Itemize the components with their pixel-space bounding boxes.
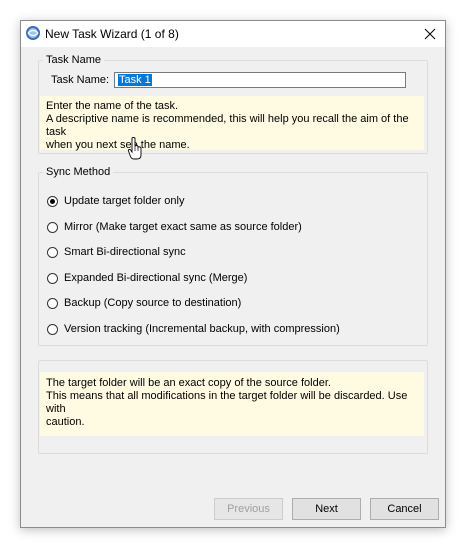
method-description-line2: This means that all modifications in the… bbox=[46, 390, 408, 415]
method-description: The target folder will be an exact copy … bbox=[40, 372, 424, 436]
task-name-group-title: Task Name bbox=[43, 54, 105, 66]
close-button[interactable] bbox=[415, 21, 445, 47]
sync-method-group-title: Sync Method bbox=[43, 166, 114, 178]
radio-button[interactable] bbox=[47, 246, 58, 258]
task-name-label: Task Name: bbox=[51, 74, 110, 86]
radio-smart-bidirectional[interactable]: Smart Bi-directional sync bbox=[47, 244, 186, 260]
task-name-hint-line1: Enter the name of the task. bbox=[46, 100, 179, 112]
task-name-hint-line2: A descriptive name is recommended, this … bbox=[46, 113, 409, 138]
radio-mirror[interactable]: Mirror (Make target exact same as source… bbox=[47, 219, 302, 235]
radio-label: Smart Bi-directional sync bbox=[64, 246, 186, 258]
task-name-input[interactable]: Task 1 bbox=[114, 72, 406, 88]
wizard-window: New Task Wizard (1 of 8) Task Name Task … bbox=[20, 20, 446, 528]
previous-button[interactable]: Previous bbox=[214, 498, 283, 520]
radio-label: Backup (Copy source to destination) bbox=[64, 297, 242, 309]
method-description-line3: caution. bbox=[46, 416, 85, 428]
radio-label: Mirror (Make target exact same as source… bbox=[64, 221, 302, 233]
radio-label: Update target folder only bbox=[64, 195, 185, 207]
close-icon bbox=[424, 28, 436, 40]
task-name-hint-line3: when you next see the name. bbox=[46, 139, 190, 151]
radio-update-target[interactable]: Update target folder only bbox=[47, 193, 184, 209]
task-name-hint: Enter the name of the task. A descriptiv… bbox=[40, 96, 424, 151]
radio-button[interactable] bbox=[47, 297, 58, 309]
radio-version-tracking[interactable]: Version tracking (Incremental backup, wi… bbox=[47, 321, 340, 337]
radio-label: Expanded Bi-directional sync (Merge) bbox=[64, 272, 248, 284]
radio-expanded-bidirectional[interactable]: Expanded Bi-directional sync (Merge) bbox=[47, 270, 247, 286]
radio-button[interactable] bbox=[47, 323, 58, 335]
method-description-line1: The target folder will be an exact copy … bbox=[46, 377, 331, 389]
title-bar[interactable]: New Task Wizard (1 of 8) bbox=[21, 21, 445, 47]
cancel-button[interactable]: Cancel bbox=[370, 498, 439, 520]
hand-pointer-icon bbox=[127, 137, 142, 160]
next-button[interactable]: Next bbox=[292, 498, 361, 520]
radio-button[interactable] bbox=[47, 195, 58, 207]
window-title: New Task Wizard (1 of 8) bbox=[45, 27, 179, 41]
radio-label: Version tracking (Incremental backup, wi… bbox=[64, 323, 340, 335]
task-name-value: Task 1 bbox=[118, 74, 152, 86]
radio-button[interactable] bbox=[47, 221, 58, 233]
globe-sync-icon bbox=[26, 26, 40, 40]
radio-backup[interactable]: Backup (Copy source to destination) bbox=[47, 295, 241, 311]
radio-button[interactable] bbox=[47, 272, 58, 284]
